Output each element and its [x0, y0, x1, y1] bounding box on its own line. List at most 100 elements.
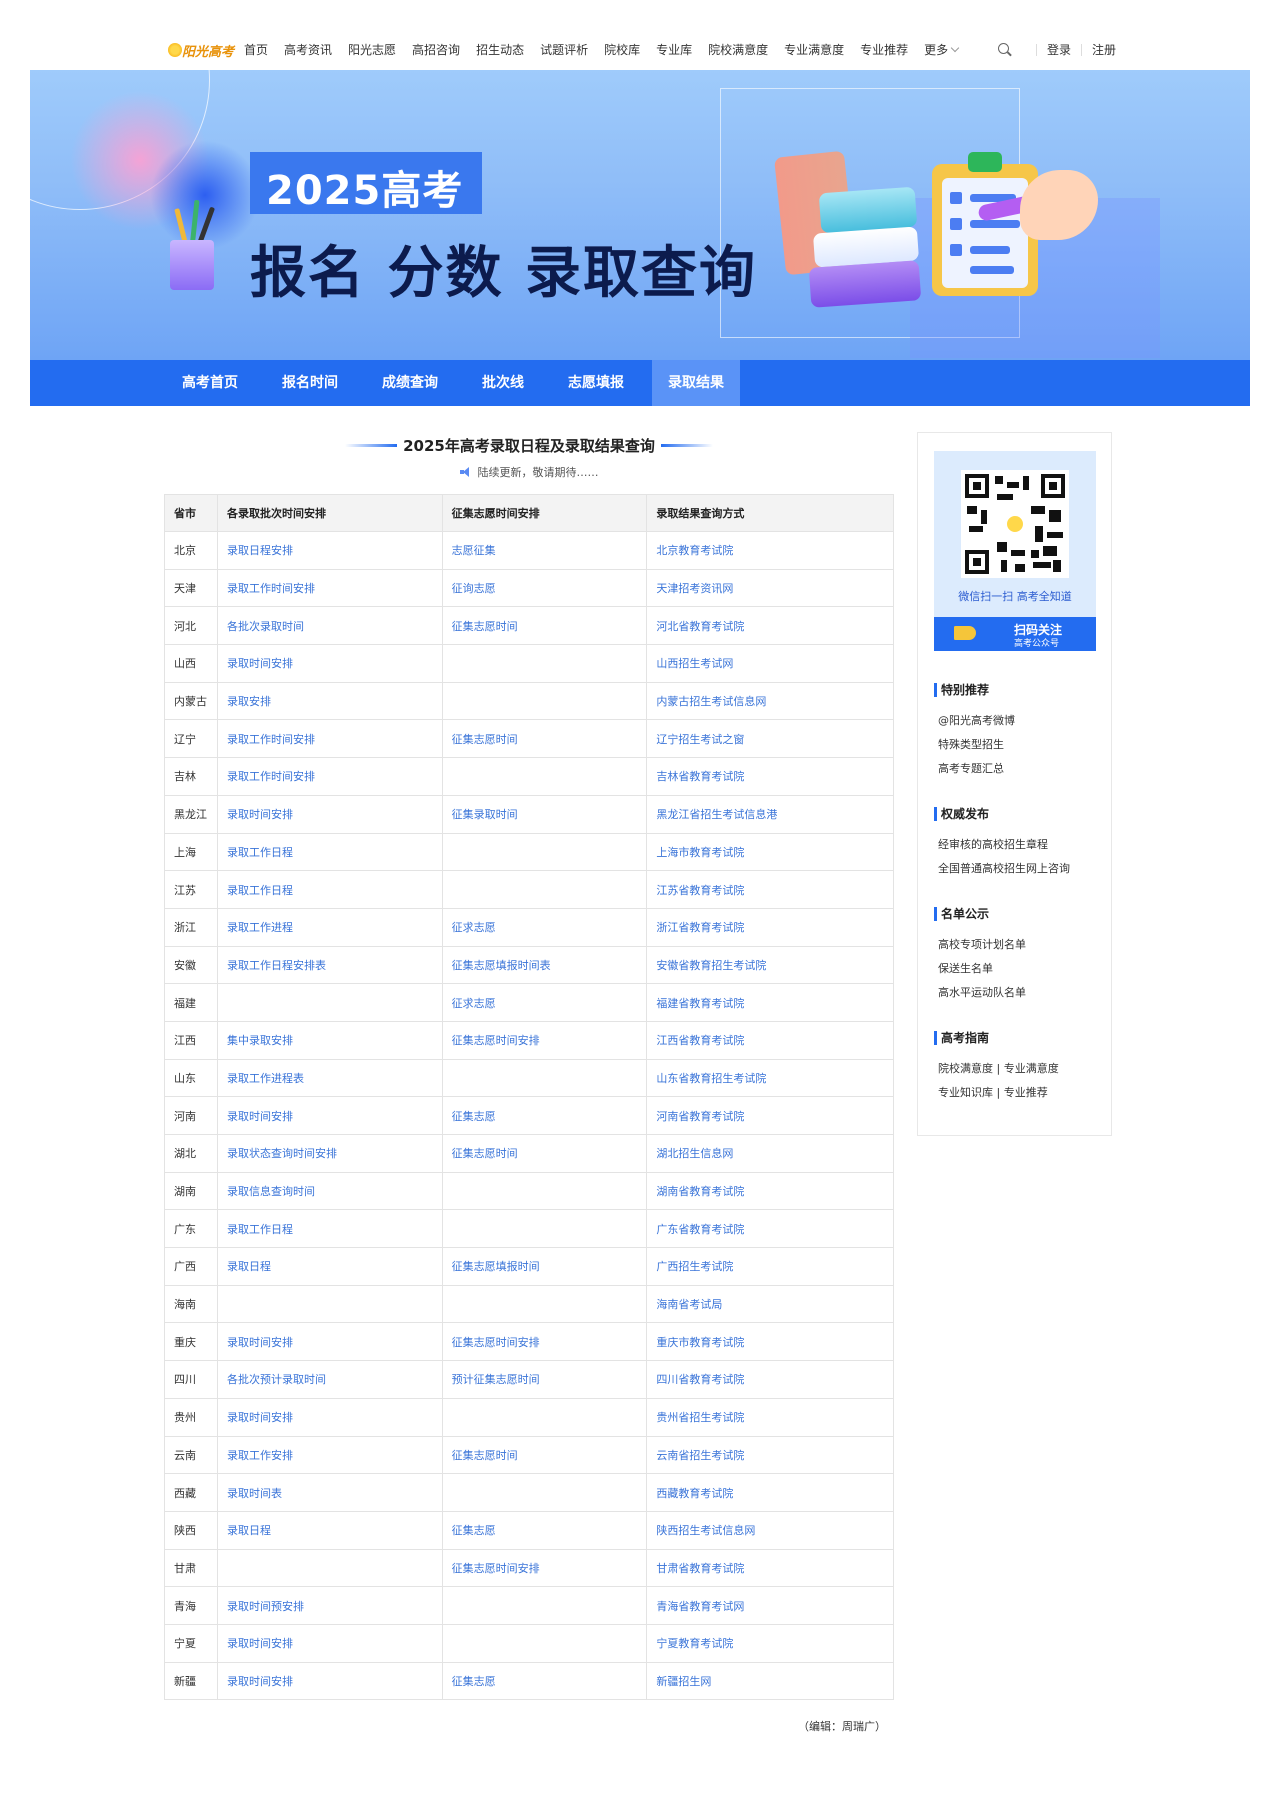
result-query-link[interactable]: 内蒙古招生考试信息网: [646, 681, 894, 721]
sidebar-link-knowledge[interactable]: 专业知识库 | 专业推荐: [934, 1081, 1104, 1105]
batch-schedule-link[interactable]: 各批次预计录取时间: [216, 1360, 443, 1399]
supplementary-link[interactable]: 征集志愿时间安排: [441, 1020, 648, 1060]
supplementary-link[interactable]: 征集录取时间: [441, 794, 648, 834]
login-link[interactable]: 登录: [1047, 41, 1071, 58]
result-query-link[interactable]: 吉林省教育考试院: [646, 757, 894, 796]
batch-schedule-link[interactable]: 录取工作时间安排: [216, 757, 443, 796]
sidebar-link-online-consult[interactable]: 全国普通高校招生网上咨询: [934, 857, 1104, 881]
sidebar-link-charters[interactable]: 经审核的高校招生章程: [934, 833, 1104, 857]
supplementary-link[interactable]: 征集志愿时间: [441, 606, 648, 646]
sidebar-link-special-admission[interactable]: 特殊类型招生: [934, 733, 1104, 757]
result-query-link[interactable]: 江西省教育考试院: [646, 1020, 894, 1060]
result-query-link[interactable]: 海南省考试局: [646, 1284, 894, 1324]
sidebar-link-special-plan[interactable]: 高校专项计划名单: [934, 933, 1104, 957]
result-query-link[interactable]: 黑龙江省招生考试信息港: [646, 794, 894, 834]
batch-schedule-link[interactable]: 录取工作时间安排: [216, 568, 443, 608]
batch-schedule-link[interactable]: 录取工作安排: [216, 1435, 443, 1475]
result-query-link[interactable]: 青海省教育考试网: [646, 1586, 894, 1625]
supplementary-link[interactable]: 征集志愿: [441, 1661, 648, 1701]
nav-item-more[interactable]: 更多: [924, 41, 960, 58]
nav-item-colleges[interactable]: 院校库: [604, 41, 640, 58]
supplementary-link[interactable]: 征集志愿: [441, 1096, 648, 1135]
result-query-link[interactable]: 河南省教育考试院: [646, 1096, 894, 1135]
batch-schedule-link[interactable]: 录取安排: [216, 681, 443, 721]
nav-item-exam-review[interactable]: 试题评析: [540, 41, 588, 58]
tab-exam-home[interactable]: 高考首页: [166, 360, 254, 406]
batch-schedule-link[interactable]: 录取时间安排: [216, 1322, 443, 1362]
result-query-link[interactable]: 河北省教育考试院: [646, 606, 894, 646]
batch-schedule-link[interactable]: 录取日程: [216, 1510, 443, 1550]
supplementary-link[interactable]: 征集志愿填报时间表: [441, 945, 648, 985]
supplementary-link[interactable]: 征集志愿填报时间: [441, 1247, 648, 1286]
batch-schedule-link[interactable]: 录取工作日程: [216, 832, 443, 872]
result-query-link[interactable]: 上海市教育考试院: [646, 832, 894, 872]
result-query-link[interactable]: 天津招考资讯网: [646, 568, 894, 608]
result-query-link[interactable]: 福建省教育考试院: [646, 983, 894, 1022]
result-query-link[interactable]: 安徽省教育招生考试院: [646, 945, 894, 985]
result-query-link[interactable]: 湖南省教育考试院: [646, 1171, 894, 1211]
result-query-link[interactable]: 湖北招生信息网: [646, 1134, 894, 1173]
supplementary-link[interactable]: 征集志愿时间: [441, 1435, 648, 1475]
result-query-link[interactable]: 新疆招生网: [646, 1661, 894, 1701]
nav-item-college-satisfaction[interactable]: 院校满意度: [708, 41, 768, 58]
tab-admission-result[interactable]: 录取结果: [652, 360, 740, 406]
supplementary-link[interactable]: 征求志愿: [441, 907, 648, 947]
batch-schedule-link[interactable]: 录取信息查询时间: [216, 1171, 443, 1211]
sidebar-link-athletes[interactable]: 高水平运动队名单: [934, 981, 1104, 1005]
supplementary-link[interactable]: 征集志愿时间: [441, 1134, 648, 1173]
supplementary-link[interactable]: 征集志愿时间安排: [441, 1548, 648, 1588]
result-query-link[interactable]: 陕西招生考试信息网: [646, 1510, 894, 1550]
result-query-link[interactable]: 广西招生考试院: [646, 1247, 894, 1286]
sidebar-link-recommended-students[interactable]: 保送生名单: [934, 957, 1104, 981]
result-query-link[interactable]: 四川省教育考试院: [646, 1360, 894, 1399]
result-query-link[interactable]: 宁夏教育考试院: [646, 1623, 894, 1663]
result-query-link[interactable]: 江苏省教育考试院: [646, 870, 894, 909]
nav-item-majors[interactable]: 专业库: [656, 41, 692, 58]
supplementary-link[interactable]: 征询志愿: [441, 568, 648, 608]
batch-schedule-link[interactable]: 录取工作日程安排表: [216, 945, 443, 985]
result-query-link[interactable]: 广东省教育考试院: [646, 1209, 894, 1249]
batch-schedule-link[interactable]: 录取时间表: [216, 1473, 443, 1512]
sidebar-link-topics[interactable]: 高考专题汇总: [934, 757, 1104, 781]
register-link[interactable]: 注册: [1092, 41, 1116, 58]
batch-schedule-link[interactable]: 录取时间安排: [216, 1096, 443, 1135]
supplementary-link[interactable]: 征集志愿时间: [441, 719, 648, 759]
sidebar-link-weibo[interactable]: @阳光高考微博: [934, 709, 1104, 733]
nav-item-enroll-news[interactable]: 招生动态: [476, 41, 524, 58]
tab-score-query[interactable]: 成绩查询: [366, 360, 454, 406]
search-icon[interactable]: [997, 42, 1012, 57]
result-query-link[interactable]: 山东省教育招生考试院: [646, 1058, 894, 1098]
batch-schedule-link[interactable]: 录取工作进程表: [216, 1058, 443, 1098]
batch-schedule-link[interactable]: 录取工作时间安排: [216, 719, 443, 759]
supplementary-link[interactable]: 征集志愿: [441, 1510, 648, 1550]
result-query-link[interactable]: 辽宁招生考试之窗: [646, 719, 894, 759]
supplementary-link[interactable]: 征集志愿时间安排: [441, 1322, 648, 1362]
follow-account-banner[interactable]: 扫码关注 高考公众号: [934, 617, 1096, 651]
tab-registration-time[interactable]: 报名时间: [266, 360, 354, 406]
nav-item-major-satisfaction[interactable]: 专业满意度: [784, 41, 844, 58]
nav-item-major-recommend[interactable]: 专业推荐: [860, 41, 908, 58]
nav-item-home[interactable]: 首页: [244, 41, 268, 58]
batch-schedule-link[interactable]: 录取状态查询时间安排: [216, 1134, 443, 1173]
batch-schedule-link[interactable]: 录取时间安排: [216, 644, 443, 683]
batch-schedule-link[interactable]: 录取工作日程: [216, 870, 443, 909]
batch-schedule-link[interactable]: 录取时间安排: [216, 1661, 443, 1701]
batch-schedule-link[interactable]: 录取时间安排: [216, 1623, 443, 1663]
tab-batch-line[interactable]: 批次线: [466, 360, 540, 406]
result-query-link[interactable]: 云南省招生考试院: [646, 1435, 894, 1475]
nav-item-volunteer[interactable]: 阳光志愿: [348, 41, 396, 58]
result-query-link[interactable]: 浙江省教育考试院: [646, 907, 894, 947]
tab-volunteer-fill[interactable]: 志愿填报: [552, 360, 640, 406]
result-query-link[interactable]: 重庆市教育考试院: [646, 1322, 894, 1362]
result-query-link[interactable]: 北京教育考试院: [646, 531, 894, 570]
result-query-link[interactable]: 山西招生考试网: [646, 644, 894, 683]
batch-schedule-link[interactable]: 录取时间安排: [216, 1397, 443, 1437]
batch-schedule-link[interactable]: 录取时间预安排: [216, 1586, 443, 1625]
nav-item-consult[interactable]: 高招咨询: [412, 41, 460, 58]
supplementary-link[interactable]: 预计征集志愿时间: [441, 1360, 648, 1399]
supplementary-link[interactable]: 征求志愿: [441, 983, 648, 1022]
batch-schedule-link[interactable]: 录取日程安排: [216, 531, 443, 570]
sidebar-link-satisfaction[interactable]: 院校满意度 | 专业满意度: [934, 1057, 1104, 1081]
supplementary-link[interactable]: 志愿征集: [441, 531, 648, 570]
batch-schedule-link[interactable]: 录取工作日程: [216, 1209, 443, 1249]
